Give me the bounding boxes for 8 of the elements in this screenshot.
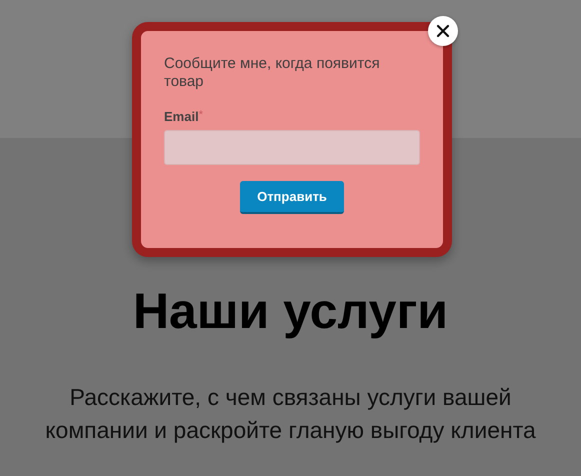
- field-label: Email: [164, 109, 199, 124]
- section-text: Расскажите, с чем связаны услуги вашей компании и раскройте гланую выгоду клиента: [44, 383, 537, 445]
- popup-message: Сообщите мне, когда появится товар: [164, 55, 381, 91]
- submit-button[interactable]: Отправить: [240, 181, 344, 214]
- email-field[interactable]: [164, 130, 420, 165]
- close-icon: [436, 24, 450, 38]
- section-heading: Наши услуги: [132, 282, 450, 341]
- required-mark: *: [198, 109, 203, 121]
